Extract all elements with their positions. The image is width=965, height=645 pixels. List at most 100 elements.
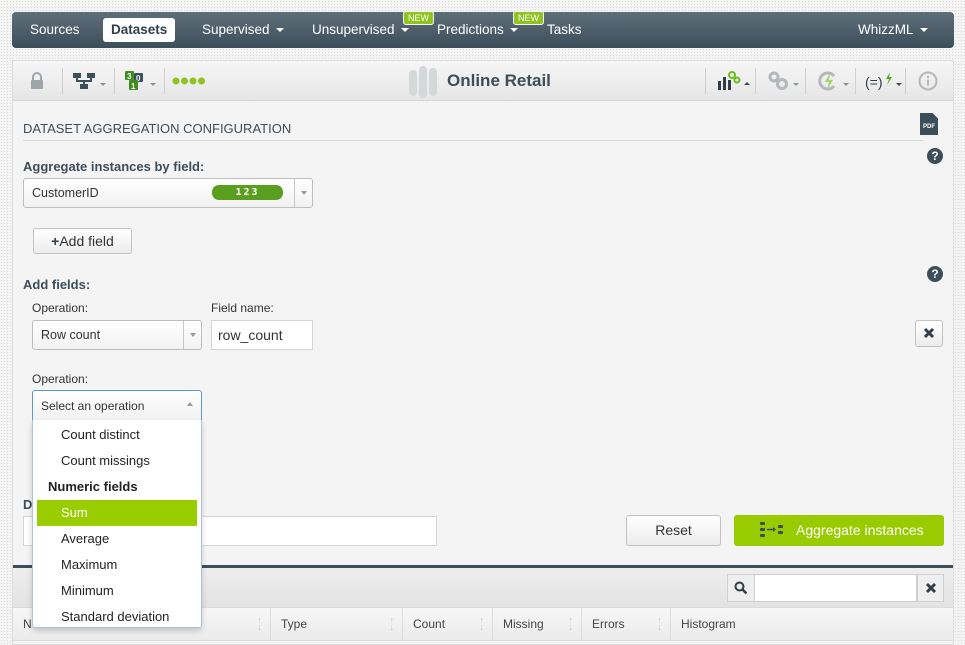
remove-field-button[interactable] bbox=[915, 320, 943, 347]
operation-label: Operation: bbox=[32, 372, 89, 386]
dropdown-option-minimum[interactable]: Minimum bbox=[37, 578, 197, 604]
nav-item-supervised[interactable]: Supervised bbox=[194, 18, 292, 42]
charts-config-icon bbox=[718, 71, 741, 90]
selected-field: CustomerID bbox=[32, 186, 99, 200]
column-header-count[interactable]: Count ↑ ↓ bbox=[403, 608, 493, 640]
dataset-toolbar: 3 0 1 Online Retail (=) bbox=[13, 61, 953, 101]
operation-dropdown-list: Count distinct Count missings Numeric fi… bbox=[32, 420, 202, 628]
formula-icon: (=) bbox=[865, 72, 892, 90]
field-types-menu[interactable]: 3 0 1 bbox=[125, 69, 156, 93]
search-icon bbox=[734, 581, 748, 595]
toolbar-separator bbox=[164, 68, 165, 94]
pdf-icon[interactable]: PDF bbox=[920, 113, 938, 135]
selected-operation: Row count bbox=[41, 328, 101, 342]
close-icon bbox=[925, 582, 936, 594]
aggregate-field-select[interactable]: CustomerID 123 bbox=[23, 178, 313, 208]
nav-label: Supervised bbox=[202, 22, 270, 37]
aggregate-instances-button[interactable]: Aggregate instances bbox=[734, 515, 944, 546]
model-tree-icon bbox=[73, 73, 95, 89]
toolbar-separator bbox=[705, 68, 706, 94]
charts-config-menu[interactable] bbox=[717, 69, 750, 93]
search-input[interactable] bbox=[727, 574, 917, 602]
toolbar-separator bbox=[62, 68, 63, 94]
status-dots-icon bbox=[172, 69, 206, 93]
nav-item-unsupervised[interactable]: Unsupervised bbox=[304, 18, 417, 42]
chevron-down-icon bbox=[150, 82, 156, 86]
chevron-down-icon bbox=[793, 82, 799, 86]
chevron-down-icon bbox=[183, 321, 201, 349]
nav-label: WhizzML bbox=[858, 22, 914, 37]
configure-menu[interactable] bbox=[766, 69, 799, 93]
aggregate-by-label: Aggregate instances by field: bbox=[23, 159, 205, 174]
clear-search-button[interactable] bbox=[917, 574, 944, 602]
dropdown-option-average[interactable]: Average bbox=[37, 526, 197, 552]
sort-icon: ↑ ↓ bbox=[257, 615, 263, 632]
numeric-type-badge: 123 bbox=[212, 185, 283, 200]
formula-menu[interactable]: (=) bbox=[865, 69, 902, 93]
dropdown-option-standard-deviation[interactable]: Standard deviation bbox=[37, 604, 197, 627]
field-name-label: Field name: bbox=[211, 301, 274, 315]
help-icon[interactable]: ? bbox=[927, 266, 943, 282]
svg-text:1: 1 bbox=[131, 82, 136, 91]
dropdown-option-sum[interactable]: Sum bbox=[37, 500, 197, 526]
field-name-input[interactable] bbox=[211, 320, 313, 350]
info-icon[interactable] bbox=[918, 69, 938, 93]
close-icon bbox=[923, 327, 935, 339]
sort-icon: ↑ ↓ bbox=[479, 615, 485, 632]
nav-label: Predictions bbox=[437, 22, 504, 37]
nav-label: Tasks bbox=[547, 22, 582, 37]
reset-button[interactable]: Reset bbox=[626, 515, 721, 546]
toolbar-separator bbox=[855, 68, 856, 94]
chevron-down-icon bbox=[509, 28, 518, 33]
aggregate-icon bbox=[760, 522, 783, 537]
toolbar-separator bbox=[905, 68, 906, 94]
svg-text:3: 3 bbox=[127, 72, 132, 81]
column-label: N bbox=[23, 617, 32, 631]
chevron-down-icon bbox=[294, 179, 312, 207]
chevron-down-icon bbox=[400, 28, 409, 33]
nav-item-sources[interactable]: Sources bbox=[22, 18, 88, 42]
operation-select-open[interactable]: Select an operation bbox=[32, 390, 202, 420]
column-header-type[interactable]: Type ↑ ↓ bbox=[271, 608, 403, 640]
toolbar-separator bbox=[755, 68, 756, 94]
nav-item-datasets[interactable]: Datasets bbox=[103, 18, 176, 42]
toolbar-separator bbox=[114, 68, 115, 94]
dropdown-option-maximum[interactable]: Maximum bbox=[37, 552, 197, 578]
nav-label: Unsupervised bbox=[312, 22, 395, 37]
toolbar-separator bbox=[805, 68, 806, 94]
button-label: Add field bbox=[59, 233, 114, 249]
help-icon[interactable]: ? bbox=[927, 148, 943, 164]
chevron-up-icon bbox=[187, 402, 193, 406]
dataset-title: Online Retail bbox=[447, 71, 551, 90]
search-button[interactable] bbox=[727, 574, 755, 602]
dropdown-group-numeric-fields: Numeric fields bbox=[48, 479, 138, 494]
nav-item-predictions[interactable]: Predictions bbox=[429, 18, 526, 42]
model-tree-menu[interactable] bbox=[73, 69, 106, 93]
column-header-missing[interactable]: Missing ↑ ↓ bbox=[493, 608, 582, 640]
sort-icon: ↑ ↓ bbox=[657, 615, 663, 632]
section-title: DATASET AGGREGATION CONFIGURATION bbox=[23, 121, 292, 136]
dropdown-option-count-missings[interactable]: Count missings bbox=[37, 448, 197, 474]
column-label: Missing bbox=[503, 617, 544, 631]
chevron-up-icon bbox=[744, 81, 750, 85]
column-header-histogram: Histogram bbox=[671, 608, 953, 640]
lock-icon[interactable] bbox=[30, 69, 44, 93]
nav-item-tasks[interactable]: Tasks bbox=[539, 18, 590, 42]
operation-select[interactable]: Row count bbox=[32, 320, 202, 350]
field-types-icon: 3 0 1 bbox=[125, 71, 143, 91]
add-field-button[interactable]: +Add field bbox=[33, 228, 132, 254]
column-header-errors[interactable]: Errors ↑ ↓ bbox=[582, 608, 671, 640]
nav-label: Sources bbox=[30, 22, 80, 37]
lightning-refresh-menu[interactable] bbox=[816, 69, 849, 93]
chevron-down-icon bbox=[100, 82, 106, 86]
configure-icon bbox=[768, 71, 788, 90]
sort-icon: ↑ ↓ bbox=[389, 615, 395, 632]
chevron-down-icon bbox=[843, 82, 849, 86]
nav-item-whizzml[interactable]: WhizzML bbox=[850, 18, 936, 42]
add-fields-label: Add fields: bbox=[23, 277, 91, 292]
lightning-refresh-icon bbox=[818, 71, 836, 91]
button-label: Aggregate instances bbox=[796, 522, 924, 538]
dataset-name-label: D bbox=[23, 497, 33, 512]
column-label: Histogram bbox=[681, 617, 736, 631]
dropdown-option-count-distinct[interactable]: Count distinct bbox=[37, 422, 197, 448]
